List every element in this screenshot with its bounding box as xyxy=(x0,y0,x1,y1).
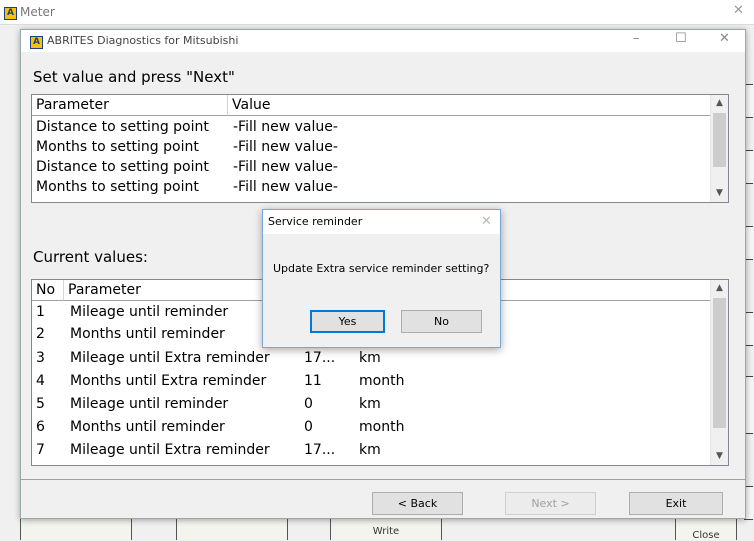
column-header-no[interactable]: No xyxy=(32,280,64,301)
row-parameter: Mileage until reminder xyxy=(70,396,229,412)
row-value: 0 xyxy=(304,419,313,435)
next-button[interactable]: Next > xyxy=(505,492,596,515)
row-parameter: Mileage until reminder xyxy=(70,304,229,320)
footer-separator xyxy=(21,479,745,480)
column-header-value[interactable]: Value xyxy=(228,95,711,116)
meter-close-icon[interactable]: ✕ xyxy=(733,3,744,18)
popup-close-icon[interactable]: ✕ xyxy=(481,214,492,229)
row-parameter: Months to setting point xyxy=(36,179,199,195)
row-no: 2 xyxy=(36,326,45,342)
exit-button[interactable]: Exit xyxy=(629,492,723,515)
row-value: 0 xyxy=(304,396,313,412)
service-reminder-popup: Service reminder ✕ Update Extra service … xyxy=(262,209,501,348)
row-parameter: Mileage until Extra reminder xyxy=(70,442,270,458)
meter-window-titlebar: A Meter ✕ xyxy=(0,0,754,25)
background-write-button[interactable]: Write xyxy=(330,518,442,540)
row-unit: km xyxy=(359,396,381,412)
set-table-scrollbar[interactable]: ▲ ▼ xyxy=(710,95,728,202)
row-parameter: Mileage until Extra reminder xyxy=(70,350,270,366)
close-icon[interactable]: ✕ xyxy=(719,31,730,46)
minimize-icon[interactable]: – xyxy=(633,31,640,46)
row-parameter: Months until reminder xyxy=(70,419,225,435)
popup-message: Update Extra service reminder setting? xyxy=(273,262,490,275)
no-button[interactable]: No xyxy=(401,310,482,333)
abrites-logo-icon: A xyxy=(30,36,43,49)
scroll-down-icon[interactable]: ▼ xyxy=(711,185,728,201)
column-header-parameter[interactable]: Parameter xyxy=(32,95,228,116)
scroll-down-icon[interactable]: ▼ xyxy=(711,448,728,464)
row-no: 6 xyxy=(36,419,45,435)
row-no: 3 xyxy=(36,350,45,366)
set-value-heading: Set value and press "Next" xyxy=(33,68,235,86)
background-toolbar-cell[interactable] xyxy=(176,518,288,540)
current-values-heading: Current values: xyxy=(33,248,148,266)
close-label: Close xyxy=(692,530,720,541)
popup-titlebar: Service reminder ✕ xyxy=(263,210,500,234)
yes-button[interactable]: Yes xyxy=(310,310,385,333)
scroll-thumb[interactable] xyxy=(713,113,726,167)
popup-title: Service reminder xyxy=(268,215,363,228)
row-value[interactable]: -Fill new value- xyxy=(233,158,338,177)
row-parameter: Months until reminder xyxy=(70,326,225,342)
row-unit: month xyxy=(359,419,405,435)
row-value[interactable]: -Fill new value- xyxy=(233,118,338,137)
row-parameter: Distance to setting point xyxy=(36,159,209,175)
row-unit: km xyxy=(359,350,381,366)
row-value: 17... xyxy=(304,350,336,366)
scroll-up-icon[interactable]: ▲ xyxy=(711,280,728,296)
write-label: Write xyxy=(372,526,400,537)
row-value: 11 xyxy=(304,373,322,389)
current-table-scrollbar[interactable]: ▲ ▼ xyxy=(710,280,728,465)
dialog-titlebar: A ABRITES Diagnostics for Mitsubishi – ☐… xyxy=(21,30,745,52)
set-value-table[interactable]: Parameter Value Distance to setting poin… xyxy=(31,94,729,203)
row-value: 17... xyxy=(304,442,336,458)
row-parameter: Distance to setting point xyxy=(36,119,209,135)
row-no: 5 xyxy=(36,396,45,412)
meter-window-title: Meter xyxy=(20,5,55,19)
back-button[interactable]: < Back xyxy=(372,492,463,515)
row-parameter: Months until Extra reminder xyxy=(70,373,267,389)
row-no: 7 xyxy=(36,442,45,458)
row-unit: km xyxy=(359,442,381,458)
row-value[interactable]: -Fill new value- xyxy=(233,178,338,197)
row-parameter: Months to setting point xyxy=(36,139,199,155)
dialog-title: ABRITES Diagnostics for Mitsubishi xyxy=(47,34,239,47)
scroll-up-icon[interactable]: ▲ xyxy=(711,95,728,111)
row-no: 4 xyxy=(36,373,45,389)
background-toolbar-cell[interactable] xyxy=(20,518,132,540)
abrites-logo-icon: A xyxy=(4,7,17,20)
background-close-button[interactable]: Close xyxy=(675,518,737,541)
row-unit: month xyxy=(359,373,405,389)
maximize-icon[interactable]: ☐ xyxy=(675,31,687,46)
row-value[interactable]: -Fill new value- xyxy=(233,138,338,157)
scroll-thumb[interactable] xyxy=(713,298,726,428)
row-no: 1 xyxy=(36,304,45,320)
